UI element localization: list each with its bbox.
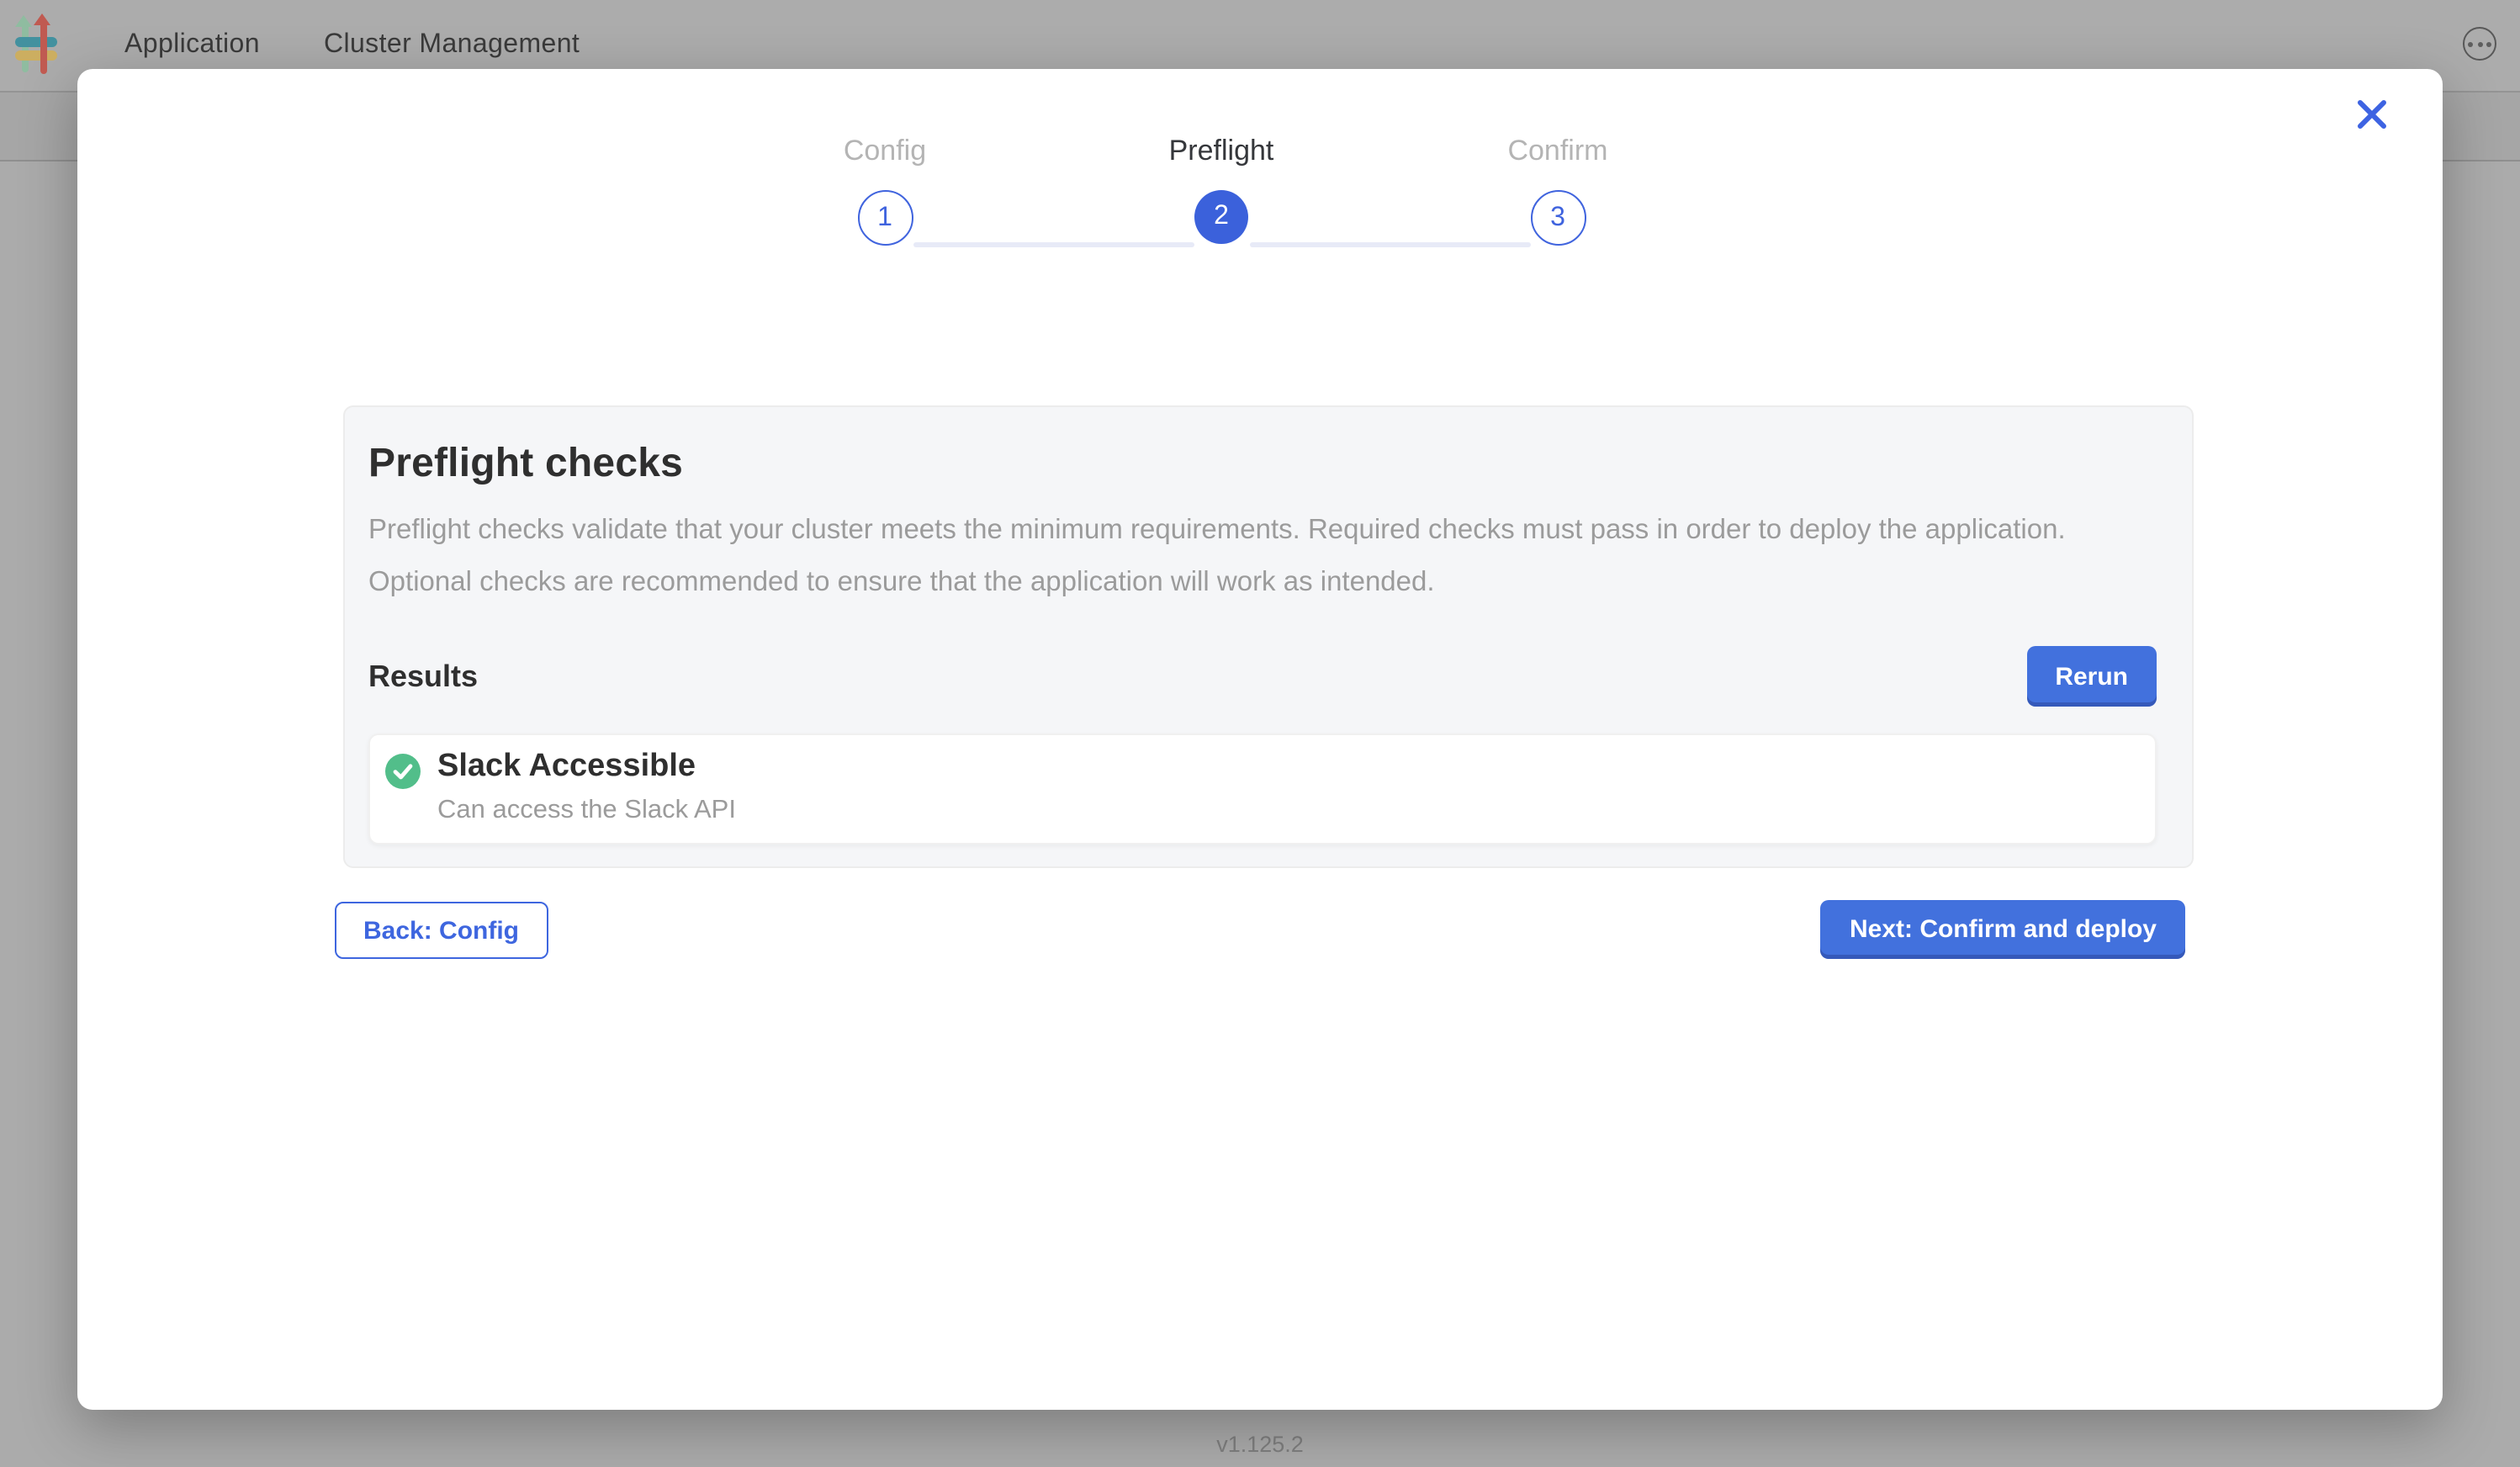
next-confirm-deploy-button[interactable]: Next: Confirm and deploy [1821, 900, 2185, 959]
close-icon[interactable] [2357, 99, 2387, 130]
card-description: Preflight checks validate that your clus… [368, 505, 2138, 609]
app-logo-icon[interactable] [15, 15, 59, 76]
wizard-stepper: Config 1 Preflight 2 Confirm 3 [717, 135, 1726, 246]
step-confirm[interactable]: Confirm 3 [1390, 135, 1726, 246]
stepper-connector [913, 242, 1194, 247]
rerun-button[interactable]: Rerun [2026, 646, 2157, 707]
check-detail: Can access the Slack API [437, 796, 736, 826]
step-label: Preflight [1169, 135, 1274, 168]
preflight-checks-card: Preflight checks Preflight checks valida… [343, 405, 2194, 868]
step-number-circle: 1 [857, 190, 913, 246]
logo-yellow-bar [15, 50, 57, 60]
step-number-circle: 2 [1194, 190, 1248, 244]
ellipsis-menu-icon[interactable] [2463, 27, 2496, 61]
preflight-modal: Config 1 Preflight 2 Confirm 3 Preflight… [77, 69, 2443, 1410]
check-success-icon [385, 754, 421, 789]
card-title: Preflight checks [368, 441, 2157, 488]
check-name: Slack Accessible [437, 749, 736, 786]
logo-green-arrow [21, 24, 29, 72]
check-result-row: Slack Accessible Can access the Slack AP… [368, 734, 2157, 845]
step-number-circle: 3 [1530, 190, 1586, 246]
logo-teal-bar [15, 37, 57, 46]
step-label: Confirm [1507, 135, 1607, 168]
nav-item-application[interactable]: Application [124, 30, 260, 61]
step-config[interactable]: Config 1 [717, 135, 1053, 246]
step-label: Config [844, 135, 926, 168]
version-label: v1.125.2 [0, 1432, 2520, 1457]
stepper-connector [1250, 242, 1531, 247]
step-preflight[interactable]: Preflight 2 [1053, 135, 1390, 246]
back-config-button[interactable]: Back: Config [335, 902, 548, 959]
nav-item-cluster-management[interactable]: Cluster Management [324, 30, 580, 61]
logo-red-arrow [40, 22, 47, 74]
results-heading: Results [368, 659, 478, 694]
